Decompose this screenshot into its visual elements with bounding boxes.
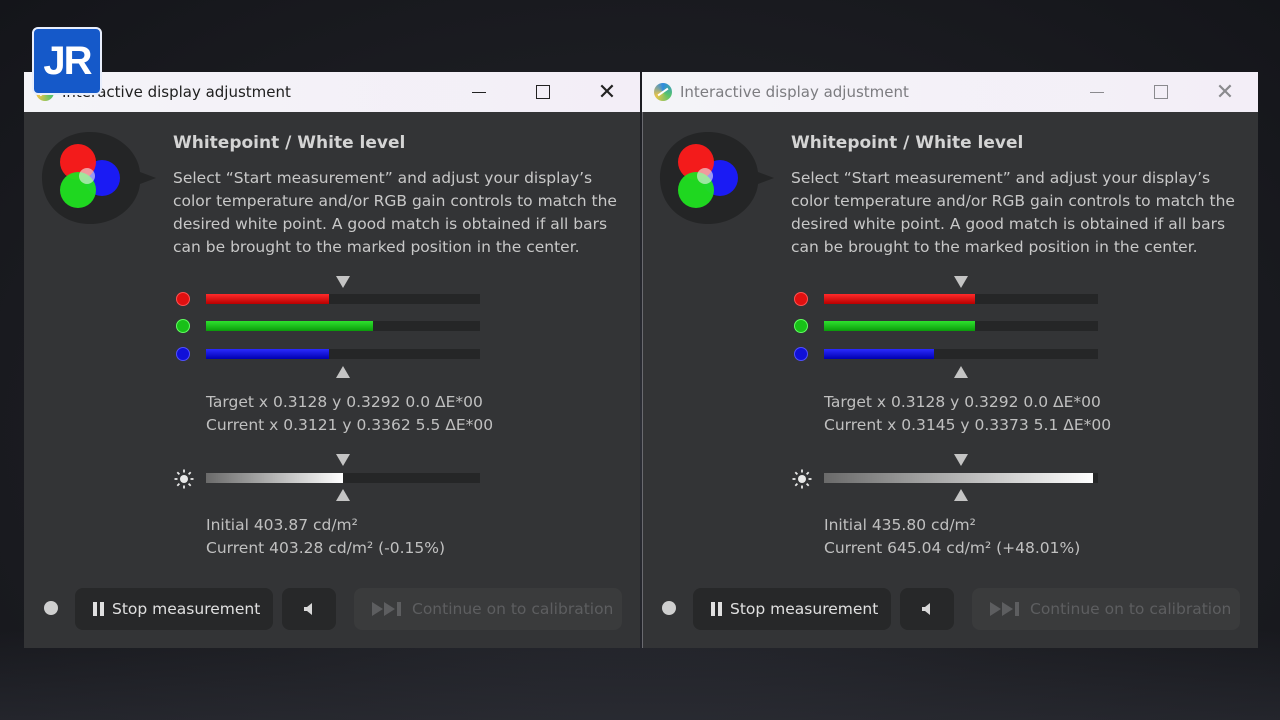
green-bar-track — [206, 321, 480, 331]
instruction-text: Select “Start measurement” and adjust yo… — [173, 169, 617, 256]
current-luminance: Current 645.04 cd/m² (+48.01%) — [824, 539, 1081, 557]
continue-calibration-label: Continue on to calibration — [412, 600, 614, 618]
maximize-icon — [1154, 85, 1168, 99]
logo-text: JR — [43, 38, 92, 83]
sound-toggle-button[interactable] — [900, 588, 954, 630]
stop-measurement-button[interactable]: Stop measurement — [75, 588, 273, 630]
green-channel-dot — [794, 319, 808, 333]
display-adjustment-window-right: Interactive display adjustment ✕ Whitepo… — [642, 72, 1258, 648]
sound-toggle-button[interactable] — [282, 588, 336, 630]
green-bar-track — [824, 321, 1098, 331]
current-readout: Current x 0.3145 y 0.3373 5.1 ΔE*00 — [824, 416, 1112, 434]
title-bar[interactable]: Interactive display adjustment ✕ — [24, 72, 640, 112]
current-readout: Current x 0.3121 y 0.3362 5.5 ΔE*00 — [206, 416, 494, 434]
display-adjustment-window-left: Interactive display adjustment ✕ Whitepo… — [24, 72, 640, 648]
luminance-bar-fill — [206, 473, 343, 483]
measurement-status-indicator — [662, 601, 676, 615]
section-heading: Whitepoint / White level — [173, 133, 406, 153]
luminance-bar-fill — [824, 473, 1093, 483]
speaker-icon — [922, 603, 930, 615]
minimize-icon — [1090, 91, 1104, 93]
blue-channel-dot — [176, 347, 190, 361]
center-marker-top — [336, 276, 350, 288]
blue-channel-dot — [794, 347, 808, 361]
target-readout: Target x 0.3128 y 0.3292 0.0 ΔE*00 — [206, 393, 483, 411]
target-readout: Target x 0.3128 y 0.3292 0.0 ΔE*00 — [824, 393, 1101, 411]
close-icon: ✕ — [597, 79, 617, 105]
red-bar-track — [824, 294, 1098, 304]
rgb-circles-icon — [660, 132, 774, 224]
close-button[interactable]: ✕ — [1208, 76, 1242, 108]
luminance-marker-top — [954, 454, 968, 466]
continue-calibration-button[interactable]: Continue on to calibration — [972, 588, 1240, 630]
maximize-icon — [536, 85, 550, 99]
luminance-bar-track — [206, 473, 480, 483]
speaker-icon — [304, 603, 312, 615]
minimize-button[interactable] — [462, 76, 496, 108]
maximize-button[interactable] — [1144, 76, 1178, 108]
green-bar-fill — [206, 321, 374, 331]
section-heading: Whitepoint / White level — [791, 133, 1024, 153]
title-bar[interactable]: Interactive display adjustment ✕ — [642, 72, 1258, 112]
minimize-icon — [472, 91, 486, 93]
luminance-marker-bottom — [336, 489, 350, 501]
stop-measurement-label: Stop measurement — [112, 600, 261, 618]
close-icon: ✕ — [1215, 79, 1235, 105]
blue-bar-fill — [824, 349, 934, 359]
rgb-circles-icon — [42, 132, 156, 224]
center-marker-top — [954, 276, 968, 288]
skip-forward-icon — [990, 602, 1022, 616]
luminance-bar-track — [824, 473, 1098, 483]
current-luminance: Current 403.28 cd/m² (-0.15%) — [206, 539, 446, 557]
skip-forward-icon — [372, 602, 404, 616]
stop-measurement-button[interactable]: Stop measurement — [693, 588, 891, 630]
window-title: Interactive display adjustment — [680, 83, 909, 101]
displaycal-icon — [654, 83, 672, 101]
blue-bar-fill — [206, 349, 330, 359]
initial-luminance: Initial 403.87 cd/m² — [206, 516, 358, 534]
center-marker-bottom — [336, 366, 350, 378]
blue-bar-track — [824, 349, 1098, 359]
sun-icon — [792, 469, 812, 489]
initial-luminance: Initial 435.80 cd/m² — [824, 516, 976, 534]
center-marker-bottom — [954, 366, 968, 378]
luminance-marker-top — [336, 454, 350, 466]
close-button[interactable]: ✕ — [590, 76, 624, 108]
channel-logo: JR — [32, 27, 102, 95]
maximize-button[interactable] — [526, 76, 560, 108]
instruction-text: Select “Start measurement” and adjust yo… — [791, 169, 1235, 256]
pause-icon — [711, 602, 722, 616]
red-bar-track — [206, 294, 480, 304]
minimize-button[interactable] — [1080, 76, 1114, 108]
continue-calibration-label: Continue on to calibration — [1030, 600, 1232, 618]
continue-calibration-button[interactable]: Continue on to calibration — [354, 588, 622, 630]
pause-icon — [93, 602, 104, 616]
luminance-marker-bottom — [954, 489, 968, 501]
sun-icon — [174, 469, 194, 489]
measurement-status-indicator — [44, 601, 58, 615]
red-bar-fill — [824, 294, 975, 304]
red-bar-fill — [206, 294, 330, 304]
green-channel-dot — [176, 319, 190, 333]
red-channel-dot — [176, 292, 190, 306]
blue-bar-track — [206, 349, 480, 359]
stop-measurement-label: Stop measurement — [730, 600, 879, 618]
red-channel-dot — [794, 292, 808, 306]
green-bar-fill — [824, 321, 975, 331]
